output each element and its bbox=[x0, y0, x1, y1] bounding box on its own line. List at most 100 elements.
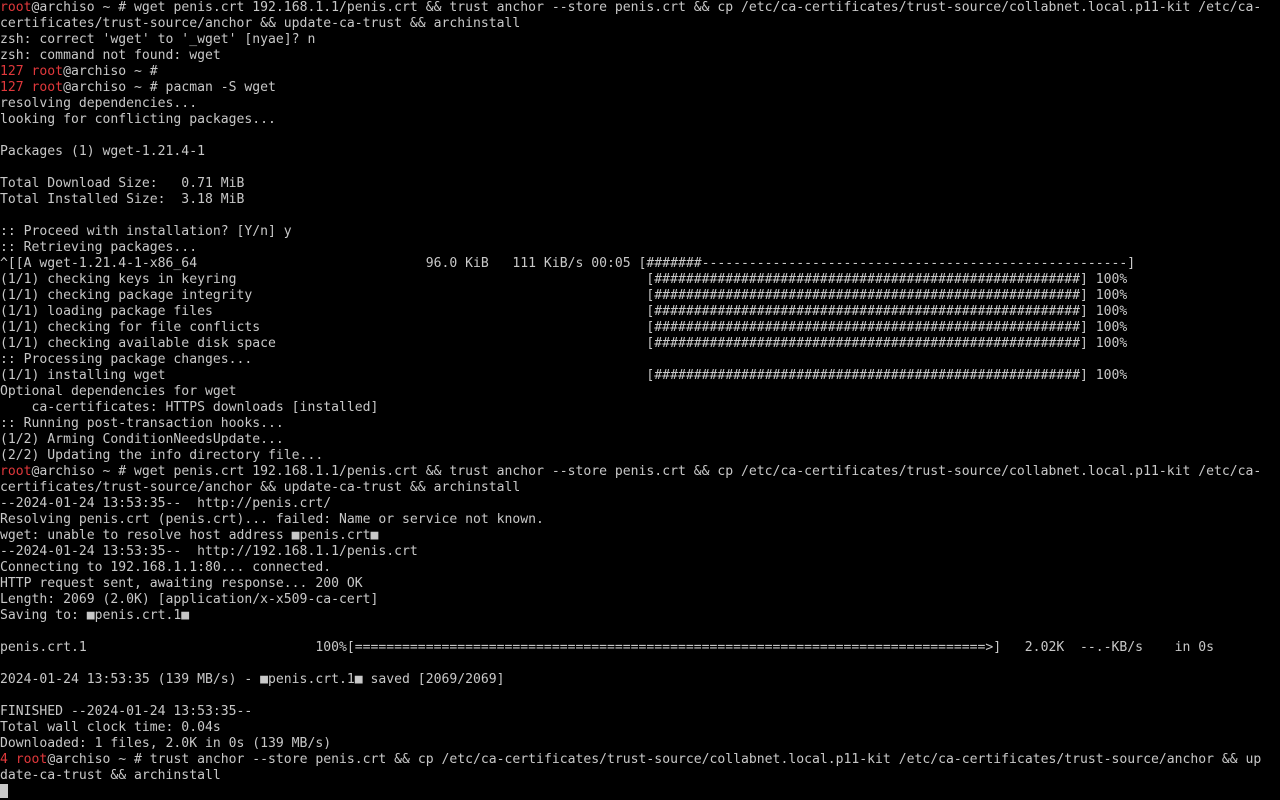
terminal-line: resolving dependencies... bbox=[0, 96, 1280, 112]
prompt-user-segment: 4 root bbox=[0, 752, 48, 767]
terminal-text-segment: Total Download Size: 0.71 MiB bbox=[0, 176, 245, 191]
terminal-text-segment: (1/1) installing wget [#################… bbox=[0, 368, 1128, 383]
terminal-text-segment: resolving dependencies... bbox=[0, 96, 198, 111]
terminal-text-segment: @archiso ~ # wget penis.crt 192.168.1.1/… bbox=[31, 464, 1262, 479]
terminal-text-segment: @archiso ~ # trust anchor --store penis.… bbox=[47, 752, 1262, 767]
terminal-line: (1/1) checking package integrity [######… bbox=[0, 288, 1280, 304]
terminal-text-segment: Total wall clock time: 0.04s bbox=[0, 720, 221, 735]
prompt-user-segment: root bbox=[0, 0, 32, 15]
terminal-line: (1/1) loading package files [###########… bbox=[0, 304, 1280, 320]
terminal-line: root@archiso ~ # wget penis.crt 192.168.… bbox=[0, 0, 1280, 16]
terminal-line: (1/1) checking available disk space [###… bbox=[0, 336, 1280, 352]
terminal-line: Connecting to 192.168.1.1:80... connecte… bbox=[0, 560, 1280, 576]
terminal-line: (2/2) Updating the info directory file..… bbox=[0, 448, 1280, 464]
terminal-line: Total Installed Size: 3.18 MiB bbox=[0, 192, 1280, 208]
prompt-user-segment: 127 root bbox=[0, 64, 64, 79]
terminal-line: certificates/trust-source/anchor && upda… bbox=[0, 480, 1280, 496]
terminal-text-segment: Length: 2069 (2.0K) [application/x-x509-… bbox=[0, 592, 379, 607]
terminal-line: Packages (1) wget-1.21.4-1 bbox=[0, 144, 1280, 160]
terminal-text-segment: Connecting to 192.168.1.1:80... connecte… bbox=[0, 560, 332, 575]
terminal-text-segment: looking for conflicting packages... bbox=[0, 112, 276, 127]
terminal-text-segment: certificates/trust-source/anchor && upda… bbox=[0, 16, 521, 31]
terminal-line: (1/1) installing wget [#################… bbox=[0, 368, 1280, 384]
terminal-line: wget: unable to resolve host address ■pe… bbox=[0, 528, 1280, 544]
terminal-line: (1/2) Arming ConditionNeedsUpdate... bbox=[0, 432, 1280, 448]
terminal-text-segment: Packages (1) wget-1.21.4-1 bbox=[0, 144, 205, 159]
terminal-text-segment: FINISHED --2024-01-24 13:53:35-- bbox=[0, 704, 253, 719]
terminal-text-segment: --2024-01-24 13:53:35-- http://192.168.1… bbox=[0, 544, 418, 559]
prompt-user-segment: 127 root bbox=[0, 80, 64, 95]
terminal-line: ^[[A wget-1.21.4-1-x86_64 96.0 KiB 111 K… bbox=[0, 256, 1280, 272]
terminal-text-segment: certificates/trust-source/anchor && upda… bbox=[0, 480, 521, 495]
terminal-line: penis.crt.1 100%[=======================… bbox=[0, 640, 1280, 656]
terminal-text-segment: :: Retrieving packages... bbox=[0, 240, 198, 255]
terminal-text-segment: :: Proceed with installation? [Y/n] y bbox=[0, 224, 292, 239]
terminal-line: :: Proceed with installation? [Y/n] y bbox=[0, 224, 1280, 240]
terminal-line: Saving to: ■penis.crt.1■ bbox=[0, 608, 1280, 624]
terminal-text-segment: HTTP request sent, awaiting response... … bbox=[0, 576, 363, 591]
terminal-text-segment: Resolving penis.crt (penis.crt)... faile… bbox=[0, 512, 544, 527]
terminal-line: :: Retrieving packages... bbox=[0, 240, 1280, 256]
terminal-line: Optional dependencies for wget bbox=[0, 384, 1280, 400]
terminal-line: root@archiso ~ # wget penis.crt 192.168.… bbox=[0, 464, 1280, 480]
terminal-text-segment: ^[[A wget-1.21.4-1-x86_64 96.0 KiB 111 K… bbox=[0, 256, 1136, 271]
terminal-text-segment: penis.crt.1 100%[=======================… bbox=[0, 640, 1214, 655]
terminal-line: 2024-01-24 13:53:35 (139 MB/s) - ■penis.… bbox=[0, 672, 1280, 688]
terminal-line: zsh: correct 'wget' to '_wget' [nyae]? n bbox=[0, 32, 1280, 48]
terminal-text-segment: Total Installed Size: 3.18 MiB bbox=[0, 192, 245, 207]
terminal-text-segment: Optional dependencies for wget bbox=[0, 384, 237, 399]
terminal-text-segment: :: Processing package changes... bbox=[0, 352, 253, 367]
terminal-line: Length: 2069 (2.0K) [application/x-x509-… bbox=[0, 592, 1280, 608]
terminal-line: Total Download Size: 0.71 MiB bbox=[0, 176, 1280, 192]
terminal-text-segment: (1/1) loading package files [###########… bbox=[0, 304, 1128, 319]
terminal-text-segment: @archiso ~ # pacman -S wget bbox=[63, 80, 276, 95]
terminal-line: 4 root@archiso ~ # trust anchor --store … bbox=[0, 752, 1280, 768]
terminal-line: --2024-01-24 13:53:35-- http://penis.crt… bbox=[0, 496, 1280, 512]
terminal-line: Total wall clock time: 0.04s bbox=[0, 720, 1280, 736]
terminal-line: :: Processing package changes... bbox=[0, 352, 1280, 368]
terminal-line: date-ca-trust && archinstall bbox=[0, 768, 1280, 784]
terminal-text-segment: --2024-01-24 13:53:35-- http://penis.crt… bbox=[0, 496, 332, 511]
terminal-text-segment: ca-certificates: HTTPS downloads [instal… bbox=[0, 400, 379, 415]
terminal-text-segment: date-ca-trust && archinstall bbox=[0, 768, 221, 783]
terminal-line bbox=[0, 784, 1280, 800]
terminal-text-segment: (1/1) checking keys in keyring [########… bbox=[0, 272, 1128, 287]
terminal-text-segment: wget: unable to resolve host address ■pe… bbox=[0, 528, 379, 543]
terminal-line: 127 root@archiso ~ # bbox=[0, 64, 1280, 80]
terminal-text-segment: (1/1) checking available disk space [###… bbox=[0, 336, 1128, 351]
terminal-line: certificates/trust-source/anchor && upda… bbox=[0, 16, 1280, 32]
terminal-line: HTTP request sent, awaiting response... … bbox=[0, 576, 1280, 592]
terminal-line: (1/1) checking keys in keyring [########… bbox=[0, 272, 1280, 288]
terminal-line: zsh: command not found: wget bbox=[0, 48, 1280, 64]
terminal-line: looking for conflicting packages... bbox=[0, 112, 1280, 128]
terminal-window[interactable]: root@archiso ~ # wget penis.crt 192.168.… bbox=[0, 0, 1280, 800]
terminal-text-segment: @archiso ~ # bbox=[63, 64, 158, 79]
terminal-text-segment: Downloaded: 1 files, 2.0K in 0s (139 MB/… bbox=[0, 736, 332, 751]
terminal-line: (1/1) checking for file conflicts [#####… bbox=[0, 320, 1280, 336]
terminal-line: 127 root@archiso ~ # pacman -S wget bbox=[0, 80, 1280, 96]
terminal-text-segment: 2024-01-24 13:53:35 (139 MB/s) - ■penis.… bbox=[0, 672, 505, 687]
prompt-user-segment: root bbox=[0, 464, 32, 479]
terminal-text-segment: zsh: command not found: wget bbox=[0, 48, 221, 63]
terminal-text-segment: zsh: correct 'wget' to '_wget' [nyae]? n bbox=[0, 32, 316, 47]
terminal-line: ca-certificates: HTTPS downloads [instal… bbox=[0, 400, 1280, 416]
terminal-text-segment: (1/1) checking package integrity [######… bbox=[0, 288, 1128, 303]
terminal-line: Resolving penis.crt (penis.crt)... faile… bbox=[0, 512, 1280, 528]
terminal-line: FINISHED --2024-01-24 13:53:35-- bbox=[0, 704, 1280, 720]
terminal-cursor bbox=[0, 784, 8, 798]
terminal-text-segment: (1/1) checking for file conflicts [#####… bbox=[0, 320, 1128, 335]
terminal-text-segment: @archiso ~ # wget penis.crt 192.168.1.1/… bbox=[31, 0, 1262, 15]
terminal-text-segment: Saving to: ■penis.crt.1■ bbox=[0, 608, 190, 623]
terminal-text-segment: (1/2) Arming ConditionNeedsUpdate... bbox=[0, 432, 284, 447]
terminal-line: Downloaded: 1 files, 2.0K in 0s (139 MB/… bbox=[0, 736, 1280, 752]
terminal-text-segment: (2/2) Updating the info directory file..… bbox=[0, 448, 324, 463]
terminal-text-segment: :: Running post-transaction hooks... bbox=[0, 416, 284, 431]
terminal-line: --2024-01-24 13:53:35-- http://192.168.1… bbox=[0, 544, 1280, 560]
terminal-line: :: Running post-transaction hooks... bbox=[0, 416, 1280, 432]
